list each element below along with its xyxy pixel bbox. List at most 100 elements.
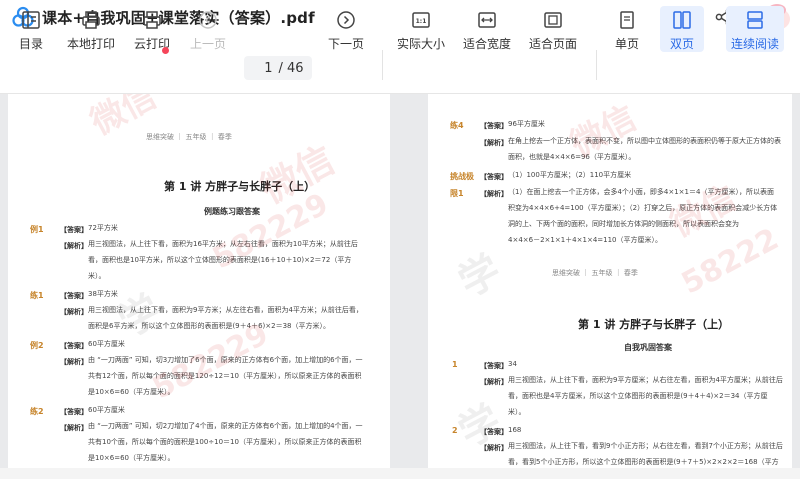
next-page-label: 下一页 [327, 37, 364, 51]
analysis-line: （1）在面上挖去一个正方体，会多4个小面，即多4×1×1＝4（平方厘米），所以表… [508, 188, 774, 196]
double-page-icon [673, 11, 691, 29]
next-page-button[interactable]: 下一页 [326, 6, 366, 52]
printer-icon [82, 11, 100, 29]
item-label: 限1 [450, 189, 464, 198]
cloud-print-button[interactable]: 云打印 [132, 6, 172, 52]
item-label: 练1 [30, 291, 44, 300]
analysis-line: 面积是6平方米，所以这个立体图形的表面积是(9＋4＋6)×2＝38（平方米）。 [88, 322, 331, 330]
fit-width-button[interactable]: 适合宽度 [460, 6, 514, 52]
analysis-line: 用三视图法，从上往下看，面积为9平方米；从左往右看，面积为4平方米；从前往后看， [88, 306, 363, 314]
watermark: 微信 [253, 137, 342, 212]
answer-text: 168 [508, 426, 522, 434]
analysis-line: 由 “一刀两面” 可知，切3刀增加了6个面，原来的正方体有6个面，加上增加的6个… [88, 356, 363, 364]
notification-dot [162, 47, 169, 54]
fit-page-icon [544, 12, 562, 28]
answer-tag: 【答案】 [60, 342, 88, 350]
page-header: 思维突破 ｜ 五年级 ｜ 春季 [552, 269, 638, 277]
analysis-line: 用三视图法，从上往下看，面积为16平方米；从左右往看，面积为10平方米；从前往后 [88, 240, 358, 248]
analysis-line: 共有12个面，所以每个面的面积是120÷12＝10（平方厘米），所以原来正方体的… [88, 372, 362, 380]
single-page-button[interactable]: 单页 [608, 6, 646, 52]
toolbar-divider [382, 50, 383, 80]
item-label: 挑战极 [450, 172, 474, 181]
analysis-line: 米）。 [88, 272, 106, 280]
watermark: 学 [451, 246, 509, 307]
answer-tag: 【答案】 [480, 428, 508, 436]
fit-width-label: 适合宽度 [462, 37, 511, 51]
analysis-line: 用三视图法，从上往下看，看到9个小正方形；从右往左看，看到7个小正方形；从前往后 [508, 442, 783, 450]
analysis-line: 由 “一刀两面” 可知，切2刀增加了4个面，原来的正方体有6个面，加上增加的4个… [88, 422, 363, 430]
answer-text: 96平方厘米 [508, 120, 545, 128]
analysis-line: 是10×6=60（平方厘米）。 [88, 388, 175, 396]
analysis-line: 看，面积也是10平方米，所以这个立体图形的表面积是(16＋10＋10)×2＝72… [88, 256, 352, 264]
svg-text:1:1: 1:1 [416, 18, 427, 25]
answer-tag: 【答案】 [480, 362, 508, 370]
continuous-reading-label: 连续阅读 [730, 37, 779, 51]
catalog-label: 目录 [18, 37, 43, 51]
item-label: 例1 [30, 225, 44, 234]
answer-tag: 【答案】 [480, 122, 508, 130]
analysis-tag: 【解析】 [480, 190, 508, 198]
double-page-label: 双页 [669, 37, 694, 51]
single-page-icon [620, 11, 634, 29]
analysis-line: 面积，也就是4×4×6=96（平方厘米）。 [508, 153, 636, 161]
watermark: 58222 [675, 221, 785, 302]
section-title: 例题练习跟答案 [204, 207, 260, 216]
page-header: 思维突破 ｜ 五年级 ｜ 春季 [146, 133, 232, 141]
left-page: 思维突破 ｜ 五年级 ｜ 春季 第 1 讲 方胖子与长胖子（上） 例题练习跟答案… [8, 94, 390, 474]
right-page: 练4 【答案】 96平方厘米 【解析】 在角上挖去一个正方体，表面积不变，所以图… [428, 94, 792, 474]
actual-size-icon: 1:1 [412, 12, 430, 28]
prev-page-label: 上一页 [189, 37, 226, 51]
actual-size-label: 实际大小 [396, 37, 445, 51]
analysis-tag: 【解析】 [480, 444, 508, 452]
analysis-tag: 【解析】 [480, 378, 508, 386]
section-title: 自我巩固答案 [624, 343, 672, 352]
lesson-title: 第 1 讲 方胖子与长胖子（上） [578, 318, 730, 331]
continuous-reading-button[interactable]: 连续阅读 [726, 6, 784, 52]
local-print-label: 本地打印 [66, 37, 115, 51]
lesson-title: 第 1 讲 方胖子与长胖子（上） [164, 180, 316, 193]
fit-page-button[interactable]: 适合页面 [526, 6, 580, 52]
fit-width-icon [478, 12, 496, 28]
actual-size-button[interactable]: 1:1 实际大小 [394, 6, 448, 52]
answer-text: 72平方米 [88, 224, 118, 232]
item-label: 例2 [30, 341, 44, 350]
analysis-tag: 【解析】 [60, 358, 88, 366]
double-page-button[interactable]: 双页 [660, 6, 704, 52]
analysis-tag: 【解析】 [480, 139, 508, 147]
catalog-button[interactable]: 目录 [14, 6, 48, 52]
analysis-tag: 【解析】 [60, 242, 88, 250]
toolbar-divider [596, 50, 597, 80]
answer-text: （1）100平方厘米；（2）110平方厘米 [508, 171, 632, 179]
analysis-line: 用三视图法，从上往下看，面积为9平方厘米；从右往左看，面积为4平方厘米；从前往后 [508, 376, 783, 384]
page-indicator: / 46 [244, 56, 312, 80]
analysis-line: 看，面积也是4平方厘米，所以这个立体图形的表面积是(9＋4＋4)×2＝34（平方… [508, 392, 768, 400]
fit-page-label: 适合页面 [528, 37, 577, 51]
analysis-line: 米）。 [508, 408, 526, 416]
item-label: 1 [452, 360, 458, 369]
analysis-line: 是10×6=60（平方厘米）。 [88, 454, 175, 462]
answer-text: 60平方厘米 [88, 406, 125, 414]
answer-text: 60平方厘米 [88, 340, 125, 348]
document-viewer[interactable]: 思维突破 ｜ 五年级 ｜ 春季 第 1 讲 方胖子与长胖子（上） 例题练习跟答案… [0, 94, 800, 479]
prev-page-button[interactable]: 上一页 [188, 6, 228, 52]
analysis-line: 共有10个面，所以每个面的面积是100÷10＝10（平方厘米），所以原来正方体的… [88, 438, 362, 446]
item-label: 2 [452, 426, 458, 435]
analysis-tag: 【解析】 [60, 424, 88, 432]
analysis-line: 在角上挖去一个正方体，表面积不变，所以图中立体图形的表面积仍等于原大正方体的表 [508, 137, 781, 145]
cloud-printer-icon [143, 11, 161, 29]
answer-tag: 【答案】 [60, 408, 88, 416]
item-label: 练4 [450, 121, 464, 130]
chevron-left-circle-icon [199, 11, 217, 29]
analysis-line: 积变为4×4×6+4=100（平方厘米）；（2）打穿之后，原正方体的表面积会减少… [508, 204, 778, 212]
analysis-line: 4×4×6－2×1×1＋4×1×4=110（平方厘米）。 [508, 236, 662, 244]
local-print-button[interactable]: 本地打印 [64, 6, 118, 52]
catalog-icon [22, 11, 40, 29]
current-page-input[interactable] [252, 60, 273, 76]
single-page-label: 单页 [614, 37, 639, 51]
answer-tag: 【答案】 [60, 292, 88, 300]
answer-text: 38平方米 [88, 290, 118, 298]
total-pages: / 46 [278, 60, 304, 76]
chevron-right-circle-icon [337, 11, 355, 29]
answer-tag: 【答案】 [60, 226, 88, 234]
bottom-bar [0, 468, 800, 479]
